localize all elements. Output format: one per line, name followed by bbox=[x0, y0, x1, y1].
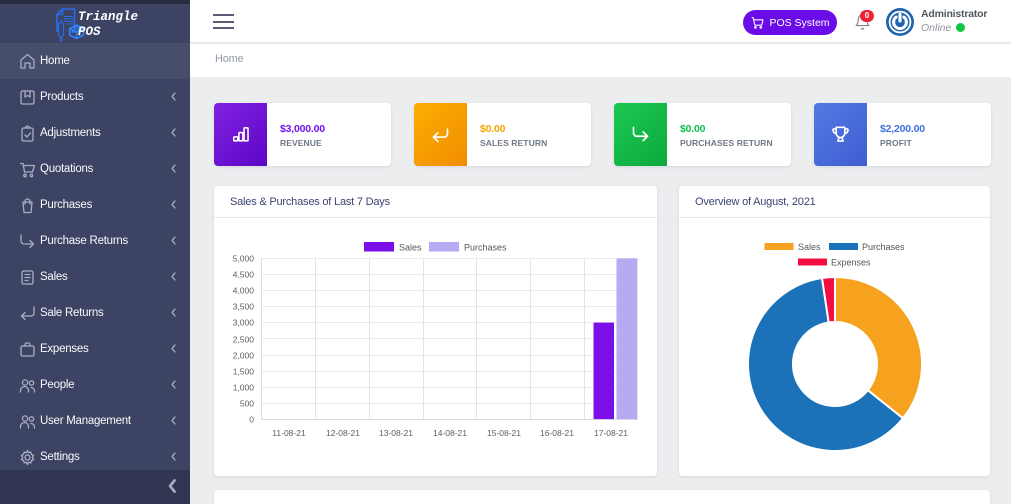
svg-text:12-08-21: 12-08-21 bbox=[326, 428, 360, 438]
svg-text:15-08-21: 15-08-21 bbox=[487, 428, 521, 438]
svg-text:13-08-21: 13-08-21 bbox=[379, 428, 413, 438]
svg-text:14-08-21: 14-08-21 bbox=[433, 428, 467, 438]
svg-text:Purchases: Purchases bbox=[862, 242, 905, 252]
svg-text:Purchases: Purchases bbox=[464, 242, 507, 252]
svg-text:11-08-21: 11-08-21 bbox=[272, 428, 306, 438]
svg-text:2,500: 2,500 bbox=[233, 334, 255, 344]
svg-text:Expenses: Expenses bbox=[831, 257, 871, 267]
svg-text:17-08-21: 17-08-21 bbox=[594, 428, 628, 438]
svg-text:500: 500 bbox=[240, 398, 254, 408]
svg-text:16-08-21: 16-08-21 bbox=[540, 428, 574, 438]
svg-text:Sales: Sales bbox=[798, 242, 821, 252]
svg-text:0: 0 bbox=[249, 414, 254, 424]
svg-text:1,000: 1,000 bbox=[233, 382, 255, 392]
svg-text:5,000: 5,000 bbox=[233, 253, 255, 263]
svg-text:Sales: Sales bbox=[399, 242, 422, 252]
svg-text:1,500: 1,500 bbox=[233, 366, 255, 376]
svg-text:4,000: 4,000 bbox=[233, 285, 255, 295]
svg-text:2,000: 2,000 bbox=[233, 350, 255, 360]
svg-text:3,000: 3,000 bbox=[233, 317, 255, 327]
svg-text:3,500: 3,500 bbox=[233, 301, 255, 311]
svg-text:4,500: 4,500 bbox=[233, 269, 255, 279]
